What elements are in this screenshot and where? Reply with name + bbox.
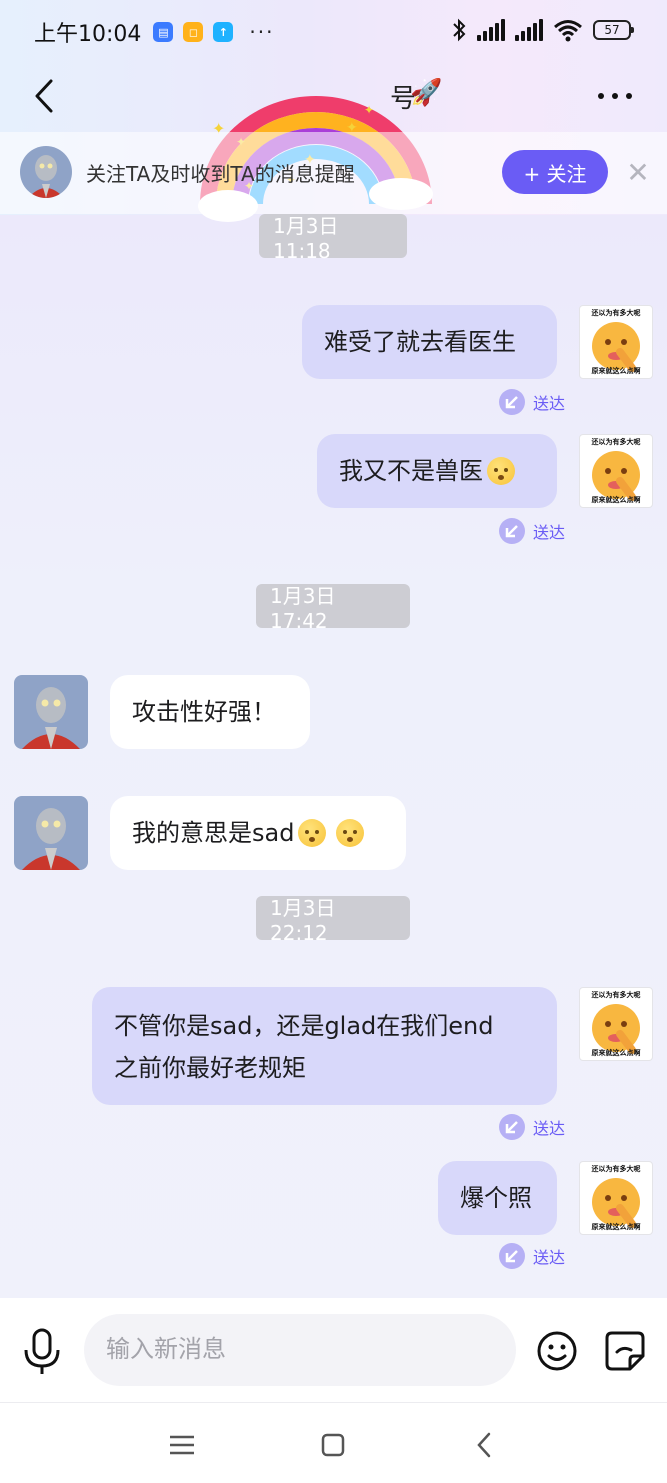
status-indicators: 57 — [451, 18, 634, 42]
message-text: 爆个照 — [460, 1184, 532, 1212]
microphone-icon — [24, 1328, 60, 1374]
contact-avatar[interactable] — [14, 675, 88, 749]
battery-icon: 57 — [593, 20, 634, 40]
system-navigation-bar — [0, 1402, 667, 1483]
message-text: 难受了就去看医生 — [324, 328, 516, 356]
sticker-text: 原来就这么点啊 — [591, 1223, 641, 1231]
sticker-text: 还以为有多大呢 — [591, 309, 641, 317]
nav-bar: 号 🚀 ✦ ✦ ✦ ✦ ✦ ✦ ✦ — [0, 64, 667, 222]
more-horizontal-icon — [598, 93, 632, 99]
delivery-status: 送达 — [499, 518, 565, 544]
delivered-icon — [499, 1243, 525, 1269]
back-button[interactable] — [22, 70, 66, 122]
signal-icon — [515, 19, 543, 41]
message-bubble-incoming[interactable]: 攻击性好强！ — [110, 675, 310, 749]
close-banner-button[interactable]: ✕ — [622, 152, 654, 192]
delivery-label: 送达 — [533, 1248, 566, 1267]
sad-emoji-icon — [298, 819, 327, 847]
message-input[interactable] — [84, 1314, 516, 1386]
hug-emoji-icon — [487, 457, 515, 485]
more-options-button[interactable] — [593, 74, 637, 118]
message-bubble-outgoing[interactable]: 不管你是sad，还是glad在我们end 之前你最好老规矩 — [92, 987, 557, 1105]
sticker-button[interactable] — [604, 1330, 646, 1372]
my-avatar[interactable]: 还以为有多大呢 原来就这么点啊 — [579, 305, 653, 379]
chevron-left-icon — [477, 1432, 491, 1458]
notification-app-icon: ◻ — [183, 22, 204, 42]
message-text: 攻击性好强！ — [132, 698, 276, 726]
my-avatar[interactable]: 还以为有多大呢 原来就这么点啊 — [579, 987, 653, 1061]
sticker-text: 原来就这么点啊 — [591, 1049, 641, 1057]
sticker-text: 原来就这么点啊 — [591, 496, 641, 504]
message-bubble-outgoing[interactable]: 难受了就去看医生 — [302, 305, 557, 379]
timestamp: 1月3日 17:42 — [256, 584, 410, 633]
delivery-status: 送达 — [499, 1243, 565, 1269]
follow-button[interactable]: + 关注 — [502, 150, 608, 194]
composer — [0, 1298, 667, 1402]
sad-emoji-icon — [336, 819, 365, 847]
follow-banner: 关注TA及时收到TA的消息提醒 + 关注 ✕ — [0, 132, 667, 214]
menu-icon — [170, 1435, 194, 1455]
message-bubble-incoming[interactable]: 我的意思是sad — [110, 796, 406, 870]
message-text-line: 不管你是sad，还是glad在我们end — [114, 1012, 494, 1040]
notification-app-icon: ↑ — [213, 22, 234, 42]
smiley-icon — [537, 1331, 577, 1371]
recent-apps-button[interactable] — [162, 1427, 202, 1463]
delivered-icon — [499, 518, 525, 544]
message-text-line: 之前你最好老规矩 — [114, 1054, 306, 1082]
sticker-text: 原来就这么点啊 — [591, 367, 641, 375]
message-text: 我的意思是sad — [132, 819, 295, 847]
voice-input-button[interactable] — [20, 1328, 64, 1376]
more-notifications-icon: ··· — [249, 20, 275, 44]
contact-avatar[interactable] — [14, 796, 88, 870]
delivery-label: 送达 — [533, 523, 566, 542]
system-back-button[interactable] — [464, 1427, 504, 1463]
contact-avatar[interactable] — [20, 146, 72, 198]
wifi-icon — [554, 20, 582, 42]
delivered-icon — [499, 389, 525, 415]
emoji-button[interactable] — [536, 1330, 578, 1372]
my-avatar[interactable]: 还以为有多大呢 原来就这么点啊 — [579, 1161, 653, 1235]
svg-text:✦: ✦ — [364, 103, 374, 117]
square-icon — [321, 1433, 345, 1457]
sticker-icon — [605, 1331, 645, 1371]
message-bubble-outgoing[interactable]: 我又不是兽医 — [317, 434, 557, 508]
sticker-text: 还以为有多大呢 — [591, 438, 641, 446]
bluetooth-icon — [453, 18, 466, 42]
chevron-left-icon — [35, 79, 53, 113]
home-button[interactable] — [313, 1427, 353, 1463]
notification-app-icon: ▤ — [153, 22, 174, 42]
message-text: 我又不是兽医 — [339, 457, 483, 485]
delivered-icon — [499, 1114, 525, 1140]
delivery-label: 送达 — [533, 394, 566, 413]
delivery-status: 送达 — [499, 389, 565, 415]
status-time: 上午10:04 — [34, 22, 142, 47]
message-bubble-outgoing[interactable]: 爆个照 — [438, 1161, 557, 1235]
follow-prompt: 关注TA及时收到TA的消息提醒 — [86, 162, 355, 186]
sticker-text: 还以为有多大呢 — [591, 991, 641, 999]
delivery-label: 送达 — [533, 1119, 566, 1138]
sticker-text: 还以为有多大呢 — [591, 1165, 641, 1173]
timestamp: 1月3日 22:12 — [256, 896, 410, 945]
signal-icon — [477, 19, 505, 41]
timestamp: 1月3日 11:18 — [259, 214, 407, 263]
my-avatar[interactable]: 还以为有多大呢 原来就这么点啊 — [579, 434, 653, 508]
delivery-status: 送达 — [499, 1114, 565, 1140]
